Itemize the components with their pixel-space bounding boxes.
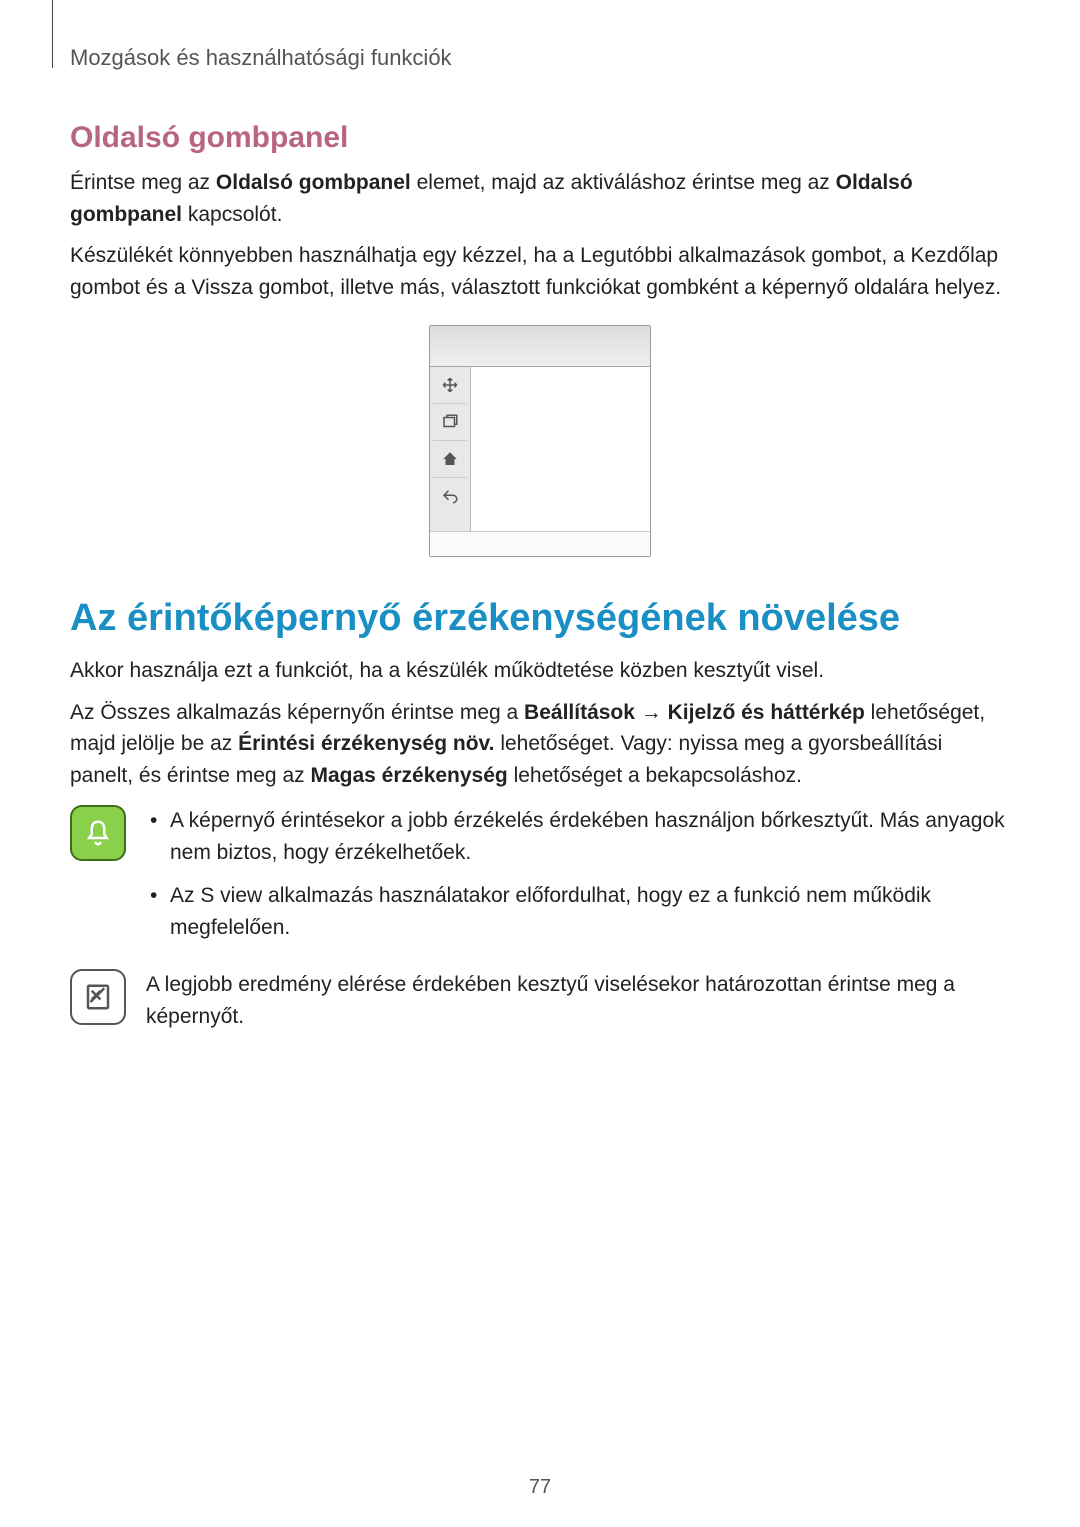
- illustration-bottom: [430, 531, 650, 556]
- list-item: Az S view alkalmazás használatakor előfo…: [146, 880, 1010, 943]
- home-icon: [440, 449, 460, 469]
- note-icon: [70, 969, 126, 1025]
- arrow-separator: →: [635, 701, 668, 724]
- device-illustration: [429, 325, 651, 557]
- list-item: A képernyő érintésekor a jobb érzékelés …: [146, 805, 1010, 868]
- sidebar-divider: [433, 403, 467, 404]
- section1-paragraph1: Érintse meg az Oldalsó gombpanel elemet,…: [70, 167, 1010, 230]
- section-heading-touch-sensitivity: Az érintőképernyő érzékenységének növelé…: [70, 597, 1010, 640]
- illustration-sidebar: [430, 367, 471, 531]
- text-fragment: elemet, majd az aktiváláshoz érintse meg…: [411, 171, 836, 194]
- bold-term-high-sensitivity: Magas érzékenység: [310, 764, 507, 787]
- bold-term-display-wallpaper: Kijelző és háttérkép: [668, 701, 865, 724]
- sidebar-divider: [433, 440, 467, 441]
- note-block-memo: A legjobb eredmény elérése érdekében kes…: [70, 969, 1010, 1032]
- bell-icon: [70, 805, 126, 861]
- section2-paragraph1: Akkor használja ezt a funkciót, ha a kés…: [70, 655, 1010, 687]
- move-icon: [440, 375, 460, 395]
- text-fragment: Érintse meg az: [70, 171, 216, 194]
- recent-apps-icon: [440, 412, 460, 432]
- note-block-tips: A képernyő érintésekor a jobb érzékelés …: [70, 805, 1010, 955]
- tips-list: A képernyő érintésekor a jobb érzékelés …: [146, 805, 1010, 943]
- text-fragment: Az Összes alkalmazás képernyőn érintse m…: [70, 701, 524, 724]
- bold-term-settings: Beállítások: [524, 701, 635, 724]
- section1-paragraph2: Készülékét könnyebben használhatja egy k…: [70, 240, 1010, 303]
- sidebar-divider: [433, 477, 467, 478]
- left-margin-rule: [52, 0, 53, 68]
- bold-term-side-key-panel: Oldalsó gombpanel: [216, 171, 411, 194]
- page-number: 77: [0, 1476, 1080, 1499]
- illustration-figure: [70, 325, 1010, 557]
- illustration-content: [471, 367, 650, 531]
- section2-paragraph2: Az Összes alkalmazás képernyőn érintse m…: [70, 697, 1010, 792]
- section-heading-side-key-panel: Oldalsó gombpanel: [70, 121, 1010, 155]
- illustration-statusbar: [430, 326, 650, 367]
- illustration-body: [430, 367, 650, 531]
- back-icon: [440, 486, 460, 506]
- bold-term-increase-touch: Érintési érzékenység növ.: [238, 732, 494, 755]
- note-content: A képernyő érintésekor a jobb érzékelés …: [146, 805, 1010, 955]
- text-fragment: lehetőséget a bekapcsoláshoz.: [508, 764, 802, 787]
- page-root: Mozgások és használhatósági funkciók Old…: [0, 0, 1080, 1527]
- note-content: A legjobb eredmény elérése érdekében kes…: [146, 969, 1010, 1032]
- breadcrumb: Mozgások és használhatósági funkciók: [70, 45, 1010, 71]
- text-fragment: kapcsolót.: [182, 203, 282, 226]
